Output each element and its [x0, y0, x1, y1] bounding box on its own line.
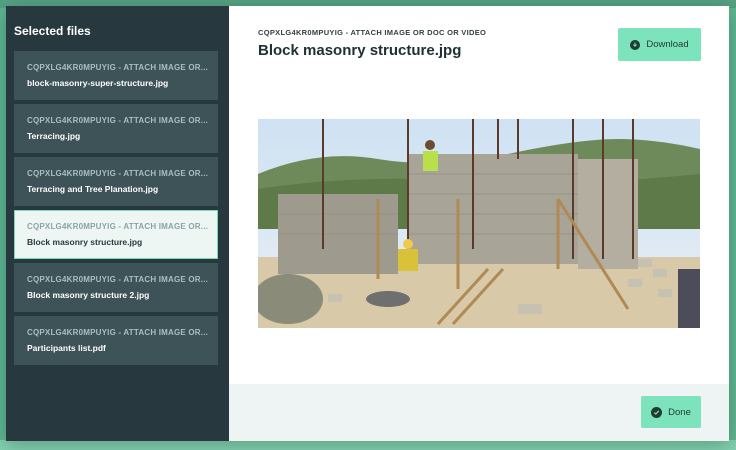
download-label: Download: [646, 39, 689, 50]
file-form-label: CQPXLG4KR0MPUYIG - ATTACH IMAGE OR...: [27, 222, 209, 231]
file-name: Terracing.jpg: [27, 131, 81, 141]
file-form-label: CQPXLG4KR0MPUYIG - ATTACH IMAGE OR...: [27, 116, 209, 125]
file-item-selected[interactable]: CQPXLG4KR0MPUYIG - ATTACH IMAGE OR... Bl…: [14, 210, 218, 259]
file-preview-dialog: Selected files CQPXLG4KR0MPUYIG - ATTACH…: [6, 6, 729, 441]
done-label: Done: [668, 406, 691, 418]
file-item[interactable]: CQPXLG4KR0MPUYIG - ATTACH IMAGE OR... Te…: [14, 104, 218, 153]
file-name: Block masonry structure.jpg: [27, 237, 143, 247]
check-circle-icon: [651, 406, 663, 418]
file-item[interactable]: CQPXLG4KR0MPUYIG - ATTACH IMAGE OR... Te…: [14, 157, 218, 206]
sidebar-title: Selected files: [14, 24, 91, 38]
file-item[interactable]: CQPXLG4KR0MPUYIG - ATTACH IMAGE OR... bl…: [14, 51, 218, 100]
file-form-label: CQPXLG4KR0MPUYIG - ATTACH IMAGE OR...: [27, 63, 209, 72]
file-form-label: CQPXLG4KR0MPUYIG - ATTACH IMAGE OR...: [27, 169, 209, 178]
download-icon: [630, 39, 641, 50]
done-button[interactable]: Done: [641, 396, 701, 428]
selected-files-sidebar: Selected files CQPXLG4KR0MPUYIG - ATTACH…: [6, 6, 229, 441]
preview-pane: CQPXLG4KR0MPUYIG - ATTACH IMAGE OR DOC O…: [229, 6, 729, 441]
preview-content: CQPXLG4KR0MPUYIG - ATTACH IMAGE OR DOC O…: [229, 6, 729, 384]
file-item[interactable]: CQPXLG4KR0MPUYIG - ATTACH IMAGE OR... Pa…: [14, 316, 218, 365]
download-button[interactable]: Download: [618, 28, 701, 61]
file-form-label: CQPXLG4KR0MPUYIG - ATTACH IMAGE OR...: [27, 275, 209, 284]
file-name: block-masonry-super-structure.jpg: [27, 78, 169, 88]
image-preview: [258, 119, 700, 328]
file-item[interactable]: CQPXLG4KR0MPUYIG - ATTACH IMAGE OR... Bl…: [14, 263, 218, 312]
file-form-label: CQPXLG4KR0MPUYIG - ATTACH IMAGE OR...: [27, 328, 209, 337]
dialog-footer: Done: [229, 384, 729, 441]
file-name: Block masonry structure 2.jpg: [27, 290, 150, 300]
file-name: Terracing and Tree Planation.jpg: [27, 184, 159, 194]
file-name: Participants list.pdf: [27, 343, 106, 353]
